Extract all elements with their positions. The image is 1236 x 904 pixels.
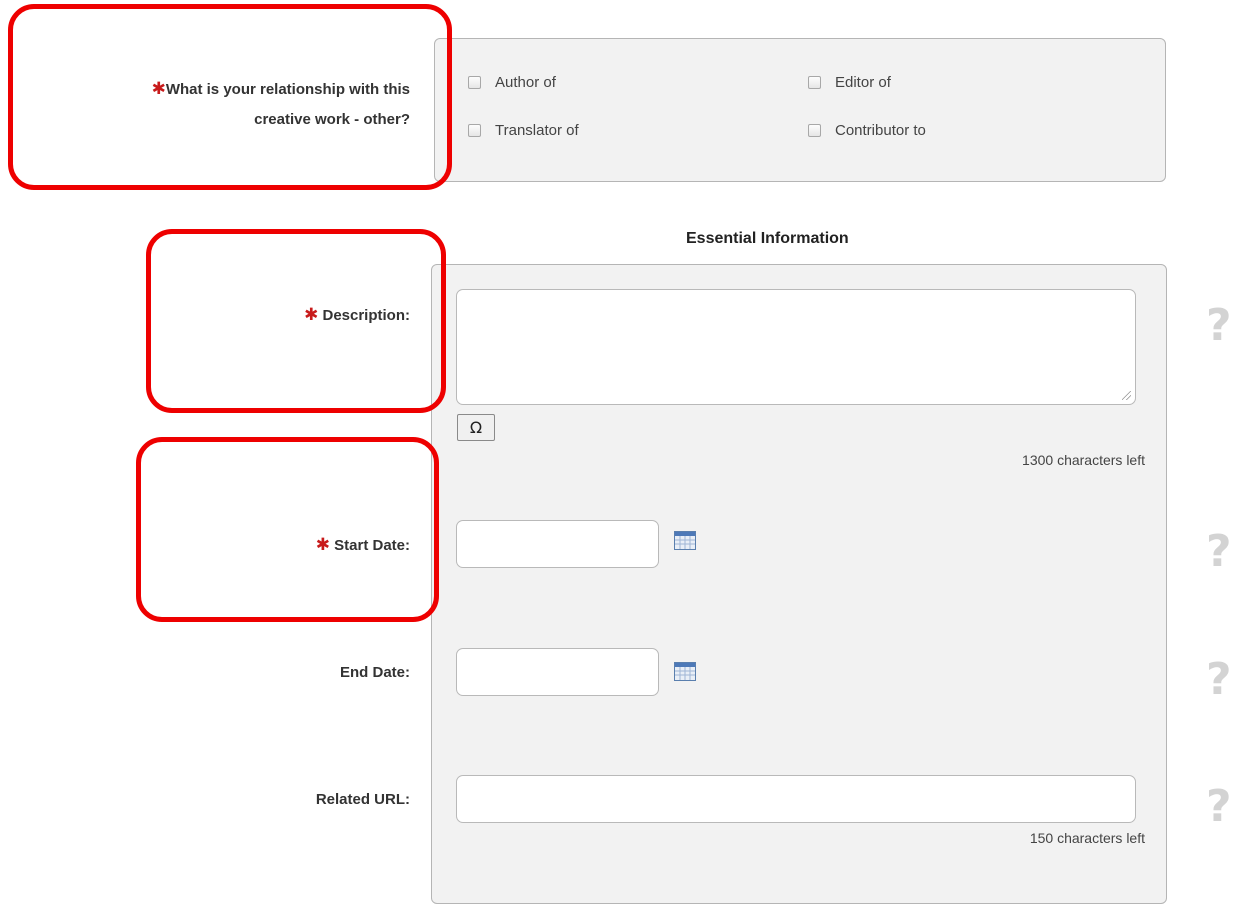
related-url-input[interactable] <box>456 775 1136 823</box>
related-url-label: Related URL: <box>315 791 410 808</box>
option-label: Author of <box>495 74 556 91</box>
editor-of-checkbox[interactable] <box>808 76 821 89</box>
option-author-of[interactable]: Author of <box>468 74 556 91</box>
help-icon[interactable]: ? <box>1206 530 1232 574</box>
relationship-question-line1: What is your relationship with this <box>165 81 410 98</box>
calendar-icon[interactable] <box>674 662 696 681</box>
relationship-question-label: ✱What is your relationship with this cre… <box>60 74 410 135</box>
contributor-to-checkbox[interactable] <box>808 124 821 137</box>
help-icon[interactable]: ? <box>1206 658 1232 702</box>
related-url-char-counter: 150 characters left <box>1029 830 1145 846</box>
option-label: Contributor to <box>835 122 926 139</box>
relationship-question-line2: creative work - other? <box>254 111 410 128</box>
option-contributor-to[interactable]: Contributor to <box>808 122 926 139</box>
end-date-input[interactable] <box>456 648 659 696</box>
relationship-options-panel <box>434 38 1166 182</box>
resize-handle-icon[interactable] <box>1122 391 1131 400</box>
description-label: ✱ Description: <box>200 300 410 331</box>
description-label-text: Description: <box>322 307 410 324</box>
special-characters-button[interactable]: Ω <box>457 414 495 441</box>
option-editor-of[interactable]: Editor of <box>808 74 891 91</box>
help-icon[interactable]: ? <box>1206 785 1232 829</box>
required-marker: ✱ <box>315 535 330 554</box>
description-textarea[interactable] <box>456 289 1136 405</box>
calendar-icon[interactable] <box>674 531 696 550</box>
start-date-label: ✱ Start Date: <box>200 530 410 561</box>
help-icon[interactable]: ? <box>1206 304 1232 348</box>
start-date-input[interactable] <box>456 520 659 568</box>
option-translator-of[interactable]: Translator of <box>468 122 579 139</box>
option-label: Translator of <box>495 122 579 139</box>
translator-of-checkbox[interactable] <box>468 124 481 137</box>
option-label: Editor of <box>835 74 891 91</box>
start-date-label-text: Start Date: <box>334 537 410 554</box>
end-date-label: End Date: <box>339 664 410 681</box>
section-title: Essential Information <box>686 230 849 247</box>
author-of-checkbox[interactable] <box>468 76 481 89</box>
required-marker: ✱ <box>151 79 166 98</box>
description-char-counter: 1300 characters left <box>1022 452 1145 468</box>
required-marker: ✱ <box>304 305 319 324</box>
